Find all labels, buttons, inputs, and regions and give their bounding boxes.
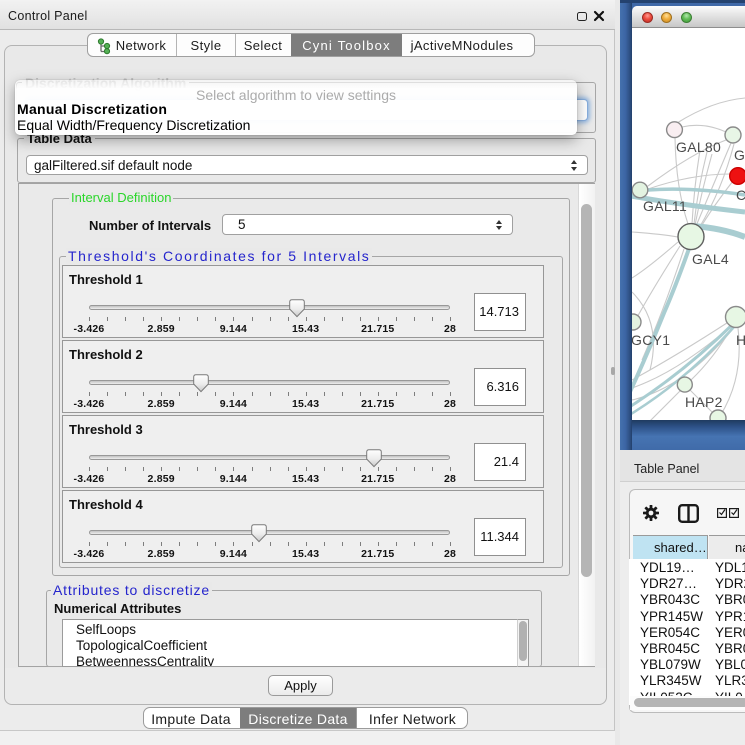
svg-text:GAL80: GAL80 [676, 139, 721, 155]
svg-text:H: H [736, 332, 745, 348]
svg-text:GAL11: GAL11 [643, 198, 687, 214]
svg-text:GA: GA [734, 147, 745, 163]
svg-text:HAP2: HAP2 [685, 394, 723, 410]
svg-text:GAL4: GAL4 [692, 251, 729, 267]
svg-text:C: C [736, 187, 745, 203]
svg-text:GCY1: GCY1 [632, 332, 670, 348]
